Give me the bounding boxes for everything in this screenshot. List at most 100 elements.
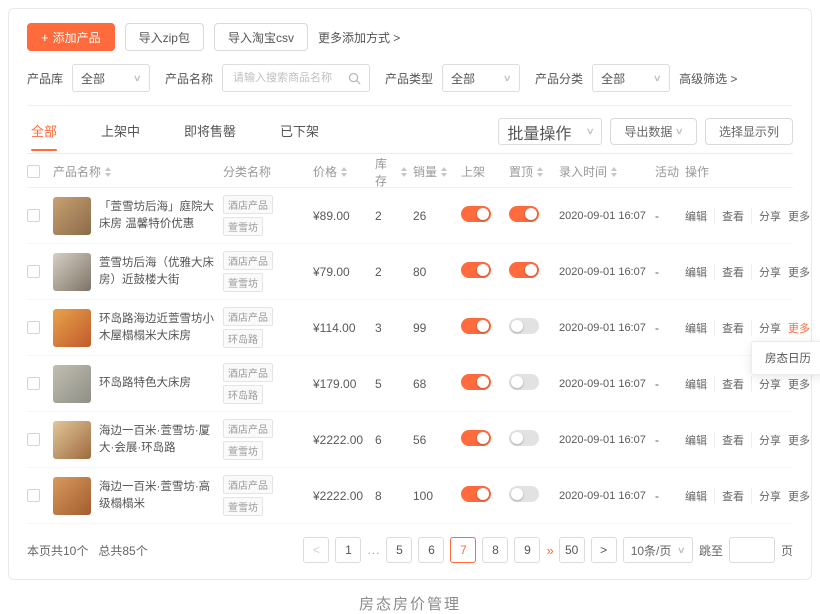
export-data-button[interactable]: 导出数据 ∨	[610, 118, 697, 145]
import-zip-button[interactable]: 导入zip包	[125, 23, 204, 51]
product-name: 环岛路特色大床房	[99, 375, 191, 392]
category-tag: 酒店产品	[223, 419, 273, 438]
row-checkbox[interactable]	[27, 489, 40, 502]
table-footer: 本页共10个 总共85个 < 1 ... 5 6 7 8 9 » 50 > 10…	[27, 524, 793, 567]
category-tag: 酒店产品	[223, 195, 273, 214]
more-link[interactable]: 更多	[788, 435, 817, 447]
tab-on-shelf[interactable]: 上架中	[101, 121, 140, 151]
sort-icon[interactable]	[441, 167, 447, 177]
row-checkbox[interactable]	[27, 321, 40, 334]
product-name: 海边一百米·萱雪坊·厦大·会展·环岛路	[99, 423, 217, 456]
share-link[interactable]: 分享	[751, 320, 788, 336]
row-checkbox[interactable]	[27, 265, 40, 278]
batch-operation-select[interactable]: 批量操作 ∨	[498, 118, 602, 145]
row-checkbox[interactable]	[27, 209, 40, 222]
edit-link[interactable]: 编辑	[685, 376, 714, 392]
more-link[interactable]: 更多	[788, 211, 817, 223]
on-shelf-toggle[interactable]	[461, 430, 491, 446]
more-link[interactable]: 更多	[788, 267, 817, 279]
header-actions: 操作	[685, 163, 709, 180]
view-link[interactable]: 查看	[714, 488, 751, 504]
jump-forward-icon[interactable]: »	[546, 543, 552, 558]
product-library-select[interactable]: 全部 ∨	[72, 64, 150, 92]
pin-toggle[interactable]	[509, 374, 539, 390]
select-all-checkbox[interactable]	[27, 165, 40, 178]
tab-almost-soldout[interactable]: 即将售罄	[184, 121, 236, 151]
on-shelf-toggle[interactable]	[461, 262, 491, 278]
share-link[interactable]: 分享	[751, 264, 788, 280]
page-button-5[interactable]: 5	[386, 537, 412, 563]
edit-link[interactable]: 编辑	[685, 320, 714, 336]
page-button-9[interactable]: 9	[514, 537, 540, 563]
next-page-button[interactable]: >	[591, 537, 617, 563]
edit-link[interactable]: 编辑	[685, 488, 714, 504]
more-link[interactable]: 更多	[788, 491, 817, 503]
sort-icon[interactable]	[105, 167, 111, 177]
advanced-filter-link[interactable]: 高级筛选 >	[679, 70, 737, 87]
sort-icon[interactable]	[537, 167, 543, 177]
product-category-select[interactable]: 全部 ∨	[592, 64, 670, 92]
more-link[interactable]: 更多	[788, 379, 817, 391]
view-link[interactable]: 查看	[714, 264, 751, 280]
on-shelf-toggle[interactable]	[461, 486, 491, 502]
search-input[interactable]	[231, 71, 342, 85]
sort-icon[interactable]	[341, 167, 347, 177]
pin-toggle[interactable]	[509, 262, 539, 278]
edit-link[interactable]: 编辑	[685, 432, 714, 448]
pagination: < 1 ... 5 6 7 8 9 » 50 > 10条/页 ∨ 跳至 页	[303, 537, 793, 563]
page-button-50[interactable]: 50	[559, 537, 585, 563]
edit-link[interactable]: 编辑	[685, 208, 714, 224]
product-type-select[interactable]: 全部 ∨	[442, 64, 520, 92]
import-taobao-csv-button[interactable]: 导入淘宝csv	[214, 23, 308, 51]
jump-page-input[interactable]	[729, 537, 775, 563]
pin-toggle[interactable]	[509, 486, 539, 502]
on-shelf-toggle[interactable]	[461, 206, 491, 222]
stock-value: 5	[375, 377, 413, 391]
header-created-time: 录入时间	[559, 163, 607, 180]
page-button-8[interactable]: 8	[482, 537, 508, 563]
more-add-methods-link[interactable]: 更多添加方式 >	[318, 29, 400, 46]
table-row: 海边一百米·萱雪坊·高级榻榻米 酒店产品 萱雪坊 ¥2222.00 8 100 …	[27, 468, 793, 524]
sort-icon[interactable]	[611, 167, 617, 177]
view-link[interactable]: 查看	[714, 376, 751, 392]
add-product-button[interactable]: + 添加产品	[27, 23, 115, 51]
chevron-down-icon: ∨	[133, 73, 142, 84]
page-button-7-current[interactable]: 7	[450, 537, 476, 563]
edit-link[interactable]: 编辑	[685, 264, 714, 280]
page-size-select[interactable]: 10条/页 ∨	[623, 537, 693, 563]
search-icon[interactable]	[348, 72, 361, 85]
total-count: 总共85个	[98, 542, 147, 559]
tab-off-shelf[interactable]: 已下架	[280, 121, 319, 151]
page-button-6[interactable]: 6	[418, 537, 444, 563]
product-thumbnail	[53, 477, 91, 515]
product-library-value: 全部	[81, 70, 105, 87]
pin-toggle[interactable]	[509, 318, 539, 334]
product-thumbnail	[53, 421, 91, 459]
view-link[interactable]: 查看	[714, 320, 751, 336]
tab-all[interactable]: 全部	[31, 121, 57, 151]
pin-toggle[interactable]	[509, 206, 539, 222]
room-calendar-popup[interactable]: 房态日历	[751, 341, 820, 375]
share-link[interactable]: 分享	[751, 432, 788, 448]
on-shelf-toggle[interactable]	[461, 374, 491, 390]
view-link[interactable]: 查看	[714, 432, 751, 448]
share-link[interactable]: 分享	[751, 488, 788, 504]
page-button-1[interactable]: 1	[335, 537, 361, 563]
prev-page-button[interactable]: <	[303, 537, 329, 563]
row-checkbox[interactable]	[27, 377, 40, 390]
product-name: 海边一百米·萱雪坊·高级榻榻米	[99, 479, 217, 512]
sort-icon[interactable]	[401, 167, 407, 177]
choose-columns-button[interactable]: 选择显示列	[705, 118, 793, 145]
pin-toggle[interactable]	[509, 430, 539, 446]
share-link[interactable]: 分享	[751, 376, 788, 392]
more-link[interactable]: 更多	[788, 323, 817, 335]
on-shelf-toggle[interactable]	[461, 318, 491, 334]
sales-value: 68	[413, 377, 461, 391]
share-link[interactable]: 分享	[751, 208, 788, 224]
view-link[interactable]: 查看	[714, 208, 751, 224]
category-tag: 环岛路	[223, 385, 263, 404]
ellipsis[interactable]: ...	[367, 543, 380, 557]
count-summary: 本页共10个 总共85个	[27, 542, 148, 559]
created-time: 2020-09-01 16:07	[559, 266, 655, 278]
row-checkbox[interactable]	[27, 433, 40, 446]
